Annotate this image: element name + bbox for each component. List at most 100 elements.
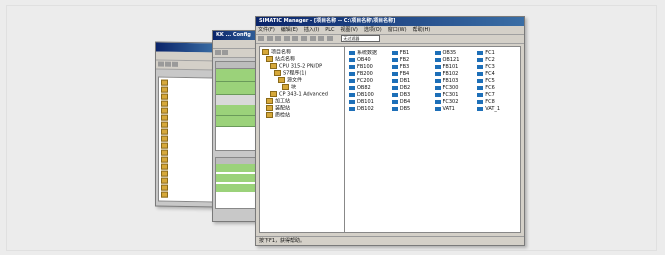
block-icon (434, 57, 441, 62)
tree-item-label: 项目名称 (271, 49, 292, 56)
list-item-label: FC3 (485, 64, 495, 70)
save-icon[interactable] (275, 36, 282, 41)
list-item[interactable]: FB103 (434, 78, 474, 85)
list-item[interactable]: DB2 (391, 85, 431, 92)
list-item-label: VAT1 (442, 106, 455, 112)
view-icon[interactable] (326, 36, 333, 41)
menu-item[interactable]: 帮助(H) (413, 27, 431, 33)
tree-item[interactable]: S7程序(1) (262, 70, 344, 77)
back-window-toolbar (156, 60, 216, 71)
menu-item[interactable]: 插入(I) (304, 27, 319, 33)
menu-item[interactable]: 文件(F) (258, 27, 275, 33)
list-item[interactable]: DB5 (391, 106, 431, 113)
block-icon (477, 71, 484, 76)
folder-icon (161, 163, 168, 170)
block-icon (349, 92, 355, 97)
list-item[interactable]: FC8 (477, 99, 516, 106)
tree-item[interactable]: 质检站 (262, 112, 344, 119)
tree-item[interactable]: 加工站 (262, 98, 344, 105)
list-item[interactable]: FB1 (391, 50, 431, 57)
tree-item-label: 加工站 (275, 98, 291, 105)
tree-item-label: 装配站 (275, 105, 291, 112)
list-item[interactable]: OB82 (349, 85, 388, 92)
folder-icon (161, 142, 168, 149)
block-icon (349, 106, 355, 111)
folder-icon (161, 93, 168, 100)
list-item[interactable]: VAT_1 (477, 106, 516, 113)
list-item[interactable]: OB35 (434, 50, 474, 57)
list-item[interactable]: DB3 (391, 92, 431, 99)
list-item[interactable]: DB101 (349, 99, 388, 106)
list-item[interactable]: DB102 (349, 106, 388, 113)
online-icon[interactable] (318, 36, 325, 41)
list-item-label: DB4 (399, 99, 411, 105)
list-item[interactable]: FB3 (391, 64, 431, 71)
list-item-label: 系统数据 (357, 50, 378, 56)
folder-icon (161, 114, 168, 121)
menu-item[interactable]: 视图(V) (341, 27, 358, 33)
block-icon (434, 78, 441, 83)
list-item[interactable]: OB121 (434, 57, 474, 64)
tree-item[interactable]: 源文件 (262, 77, 344, 84)
tree-item[interactable]: 装配站 (262, 105, 344, 112)
tree-item[interactable]: CP 343-1 Advanced (262, 91, 344, 98)
tree-item[interactable]: 项目名称 (262, 49, 344, 56)
list-item-label: FB102 (442, 71, 459, 77)
copy-icon[interactable] (292, 36, 299, 41)
list-item[interactable]: OB40 (349, 57, 388, 64)
folder-icon (161, 177, 168, 184)
screenshot-frame: KK ... Config SIMATIC Manager - [项目名称 --… (6, 5, 657, 251)
menu-item[interactable]: 选项(O) (364, 27, 382, 33)
list-item[interactable]: DB100 (349, 92, 388, 99)
list-item[interactable]: DB1 (391, 78, 431, 85)
list-item[interactable]: FC1 (477, 50, 516, 57)
block-icon (391, 64, 398, 69)
tree-item[interactable]: 块 (262, 84, 344, 91)
menu-item[interactable]: 窗口(W) (388, 27, 407, 33)
list-item[interactable]: FB100 (349, 64, 388, 71)
list-item-label: FC4 (485, 71, 495, 77)
folder-icon (282, 84, 289, 90)
list-item[interactable]: FC5 (477, 78, 516, 85)
tree-item-label: 源文件 (287, 77, 303, 84)
filter-input[interactable]: 无过滤器 (341, 35, 381, 42)
list-item[interactable]: FB4 (391, 71, 431, 78)
block-icon (349, 71, 355, 76)
list-item-label: FB4 (399, 71, 410, 77)
list-item[interactable]: FC301 (434, 92, 474, 99)
folder-icon (266, 56, 273, 62)
tree-item[interactable]: CPU 315-2 PN/DP (262, 63, 344, 70)
list-item[interactable]: DB4 (391, 99, 431, 106)
menu-item[interactable]: PLC (325, 27, 334, 33)
block-icon (391, 71, 398, 76)
cut-icon[interactable] (283, 36, 290, 41)
list-item[interactable]: VAT1 (434, 106, 474, 113)
block-icon (477, 50, 484, 55)
download-icon[interactable] (309, 36, 316, 41)
list-item[interactable]: FC3 (477, 64, 516, 71)
list-item[interactable]: 系统数据 (349, 50, 388, 57)
paste-icon[interactable] (300, 36, 307, 41)
list-item-label: FC1 (485, 50, 495, 56)
list-item[interactable]: FC302 (434, 99, 474, 106)
list-item[interactable]: FB200 (349, 71, 388, 78)
list-item[interactable]: FB101 (434, 64, 474, 71)
folder-icon (161, 170, 168, 177)
open-icon[interactable] (266, 36, 273, 41)
list-item[interactable]: FC200 (349, 78, 388, 85)
list-item[interactable]: FB102 (434, 71, 474, 78)
list-item-label: DB100 (357, 92, 374, 98)
folder-icon (161, 79, 168, 86)
list-item[interactable]: FC7 (477, 92, 516, 99)
list-item[interactable]: FB2 (391, 57, 431, 64)
list-item-label: FC6 (485, 85, 495, 91)
list-item[interactable]: FC4 (477, 71, 516, 78)
new-icon[interactable] (258, 36, 264, 41)
list-item[interactable]: FC6 (477, 85, 516, 92)
tree-item[interactable]: 站点名称 (262, 56, 344, 63)
menu-item[interactable]: 编辑(E) (281, 27, 298, 33)
list-item[interactable]: FC2 (477, 57, 516, 64)
list-item[interactable]: FC300 (434, 85, 474, 92)
block-icon (391, 78, 398, 83)
back-tree-item[interactable] (161, 191, 211, 200)
